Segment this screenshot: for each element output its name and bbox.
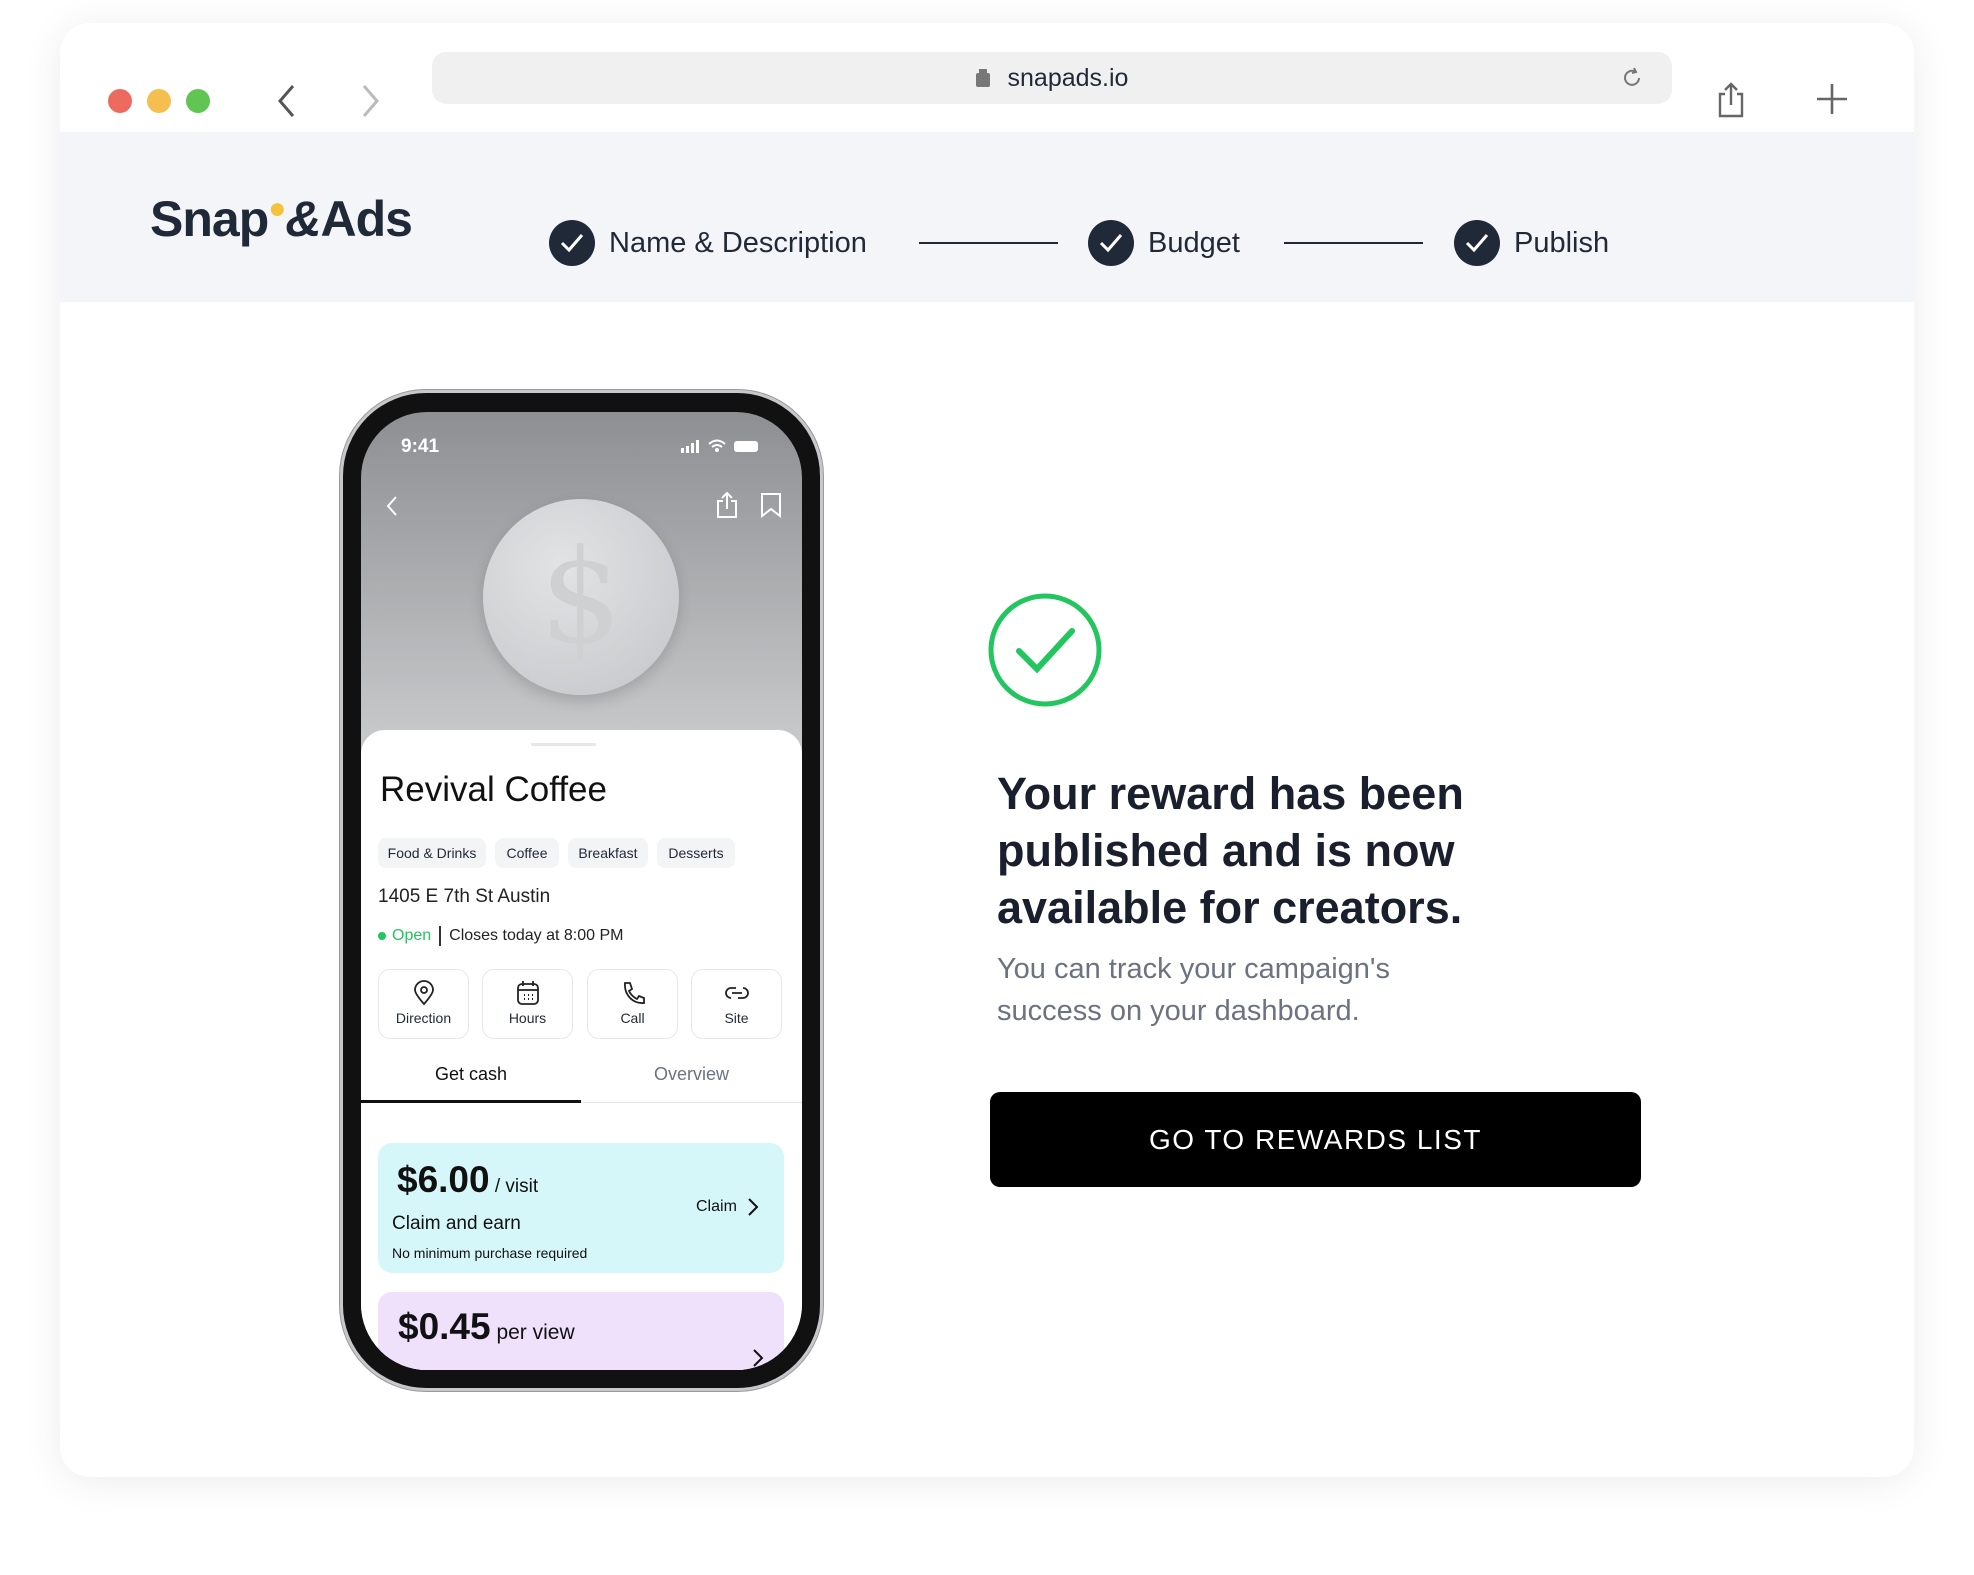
step-connector (919, 242, 1058, 244)
coin-icon: $ (483, 499, 679, 695)
step-name-description: Name & Description (549, 220, 867, 266)
phone-preview: 9:41 $ Revival Coffee Food & Drinks Coff… (340, 390, 823, 1391)
claim-button[interactable]: Claim (696, 1197, 759, 1217)
phone-screen: 9:41 $ Revival Coffee Food & Drinks Coff… (361, 412, 802, 1370)
minimize-window-button[interactable] (147, 89, 171, 113)
call-button[interactable]: Call (587, 969, 678, 1039)
step-connector (1284, 242, 1423, 244)
direction-button[interactable]: Direction (378, 969, 469, 1039)
reward-card-visit[interactable]: $6.00 / visit Claim and earn No minimum … (378, 1143, 784, 1273)
share-icon[interactable] (1716, 81, 1746, 119)
share-icon[interactable] (716, 491, 738, 519)
hours-button[interactable]: Hours (482, 969, 573, 1039)
status-time: 9:41 (401, 436, 440, 457)
status-dot (378, 932, 386, 940)
snapads-logo: Snap●&Ads (150, 191, 413, 247)
success-subtext: You can track your campaign's success on … (997, 953, 1390, 1027)
business-sheet: Revival Coffee Food & Drinks Coffee Brea… (361, 730, 802, 1370)
tag-chip: Breakfast (568, 838, 648, 868)
check-icon (1088, 220, 1134, 266)
status-icons (681, 439, 758, 453)
tag-chip: Food & Drinks (378, 838, 486, 868)
tag-chip: Coffee (495, 838, 559, 868)
business-name: Revival Coffee (380, 770, 607, 809)
chevron-right-icon[interactable] (752, 1348, 764, 1368)
reward-card-view[interactable]: $0.45 per view (378, 1292, 784, 1370)
campaign-header: Snap●&Ads Name & Description Budget Publ… (60, 132, 1914, 302)
go-to-rewards-list-button[interactable]: GO TO REWARDS LIST (990, 1092, 1641, 1187)
new-tab-icon[interactable] (1816, 83, 1848, 115)
reward-amount: $0.45 (398, 1306, 491, 1347)
forward-icon[interactable] (358, 83, 382, 119)
tab-overview[interactable]: Overview (581, 1064, 802, 1085)
calendar-icon (516, 981, 539, 1005)
step-budget: Budget (1088, 220, 1240, 266)
business-address: 1405 E 7th St Austin (378, 886, 551, 907)
browser-window: snapads.io Snap●&Ads Name & Description … (60, 23, 1914, 1477)
map-pin-icon (413, 980, 434, 1006)
sheet-handle[interactable] (531, 743, 596, 746)
close-window-button[interactable] (108, 89, 132, 113)
check-icon (549, 220, 595, 266)
site-button[interactable]: Site (691, 969, 782, 1039)
open-status: Open Closes today at 8:00 PM (378, 926, 623, 946)
chevron-right-icon (748, 1198, 759, 1216)
back-icon[interactable] (275, 83, 299, 119)
bookmark-icon[interactable] (760, 492, 782, 518)
back-icon[interactable] (385, 495, 399, 517)
lock-icon (975, 73, 990, 87)
link-icon (724, 987, 749, 999)
active-tab-indicator (361, 1100, 581, 1103)
reward-title: Claim and earn (392, 1213, 521, 1234)
phone-icon (623, 982, 645, 1004)
success-check-icon (988, 593, 1102, 707)
reward-note: No minimum purchase required (392, 1245, 588, 1261)
tag-chip: Desserts (657, 838, 735, 868)
check-icon (1454, 220, 1500, 266)
success-heading: Your reward has been published and is now… (997, 768, 1464, 933)
url-text: snapads.io (1007, 64, 1129, 92)
tab-get-cash[interactable]: Get cash (361, 1064, 581, 1085)
reward-amount: $6.00 (397, 1159, 490, 1200)
step-publish: Publish (1454, 220, 1609, 266)
address-bar[interactable]: snapads.io (432, 52, 1672, 104)
maximize-window-button[interactable] (186, 89, 210, 113)
reload-icon[interactable] (1620, 66, 1644, 90)
